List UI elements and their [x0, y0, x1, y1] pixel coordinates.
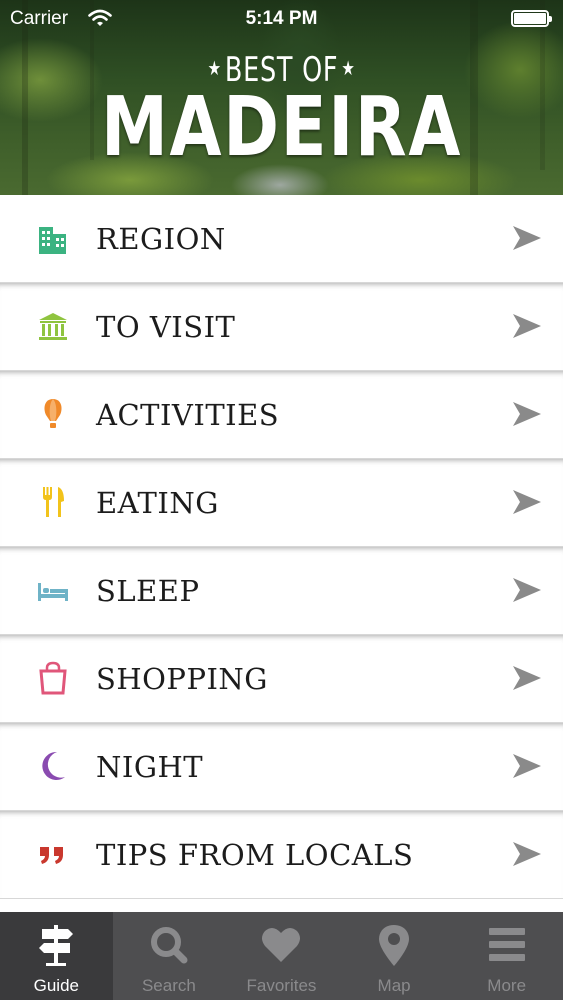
search-icon	[150, 927, 188, 964]
menu-item-region[interactable]: REGION	[0, 195, 563, 283]
buildings-icon	[39, 227, 66, 254]
tab-more[interactable]: More	[450, 912, 563, 1000]
app-logo: ★BEST OF ★ MADEIRA	[0, 48, 563, 170]
shopping-bag-icon	[39, 661, 67, 695]
star-icon: ★	[341, 56, 356, 80]
bed-icon	[38, 583, 68, 601]
chevron-right-icon	[513, 842, 541, 866]
status-bar: Carrier 5:14 PM	[0, 0, 563, 38]
chevron-right-icon	[513, 490, 541, 514]
logo-title: MADEIRA	[100, 80, 463, 175]
battery-icon	[511, 10, 552, 27]
menu-item-label: TO VISIT	[96, 310, 236, 344]
menu-item-label: SLEEP	[96, 574, 200, 608]
map-pin-icon	[379, 925, 410, 966]
chevron-right-icon	[513, 402, 541, 426]
tab-search[interactable]: Search	[113, 912, 226, 1000]
signpost-icon	[39, 925, 74, 966]
tab-label: Map	[377, 976, 411, 995]
tab-label: Search	[141, 976, 196, 995]
menu-item-label: NIGHT	[96, 750, 204, 784]
menu-item-shopping[interactable]: SHOPPING	[0, 635, 563, 723]
clock: 5:14 PM	[245, 8, 318, 29]
chevron-right-icon	[513, 666, 541, 690]
hot-air-balloon-icon	[44, 399, 62, 428]
heart-icon	[262, 927, 301, 962]
tab-label: Guide	[33, 976, 79, 995]
fork-knife-icon	[43, 487, 64, 517]
menu-item-sleep[interactable]: SLEEP	[0, 547, 563, 635]
moon-icon	[42, 751, 65, 780]
menu-item-label: SHOPPING	[96, 662, 268, 696]
menu-item-tips-from-locals[interactable]: TIPS FROM LOCALS	[0, 811, 563, 899]
chevron-right-icon	[513, 578, 541, 602]
menu-item-label: TIPS FROM LOCALS	[96, 838, 414, 872]
tab-guide[interactable]: Guide	[0, 912, 113, 1000]
museum-icon	[39, 313, 67, 340]
menu-item-eating[interactable]: EATING	[0, 459, 563, 547]
menu-item-label: REGION	[96, 222, 226, 256]
menu-lines-icon	[488, 928, 525, 961]
tab-favorites[interactable]: Favorites	[225, 912, 338, 1000]
menu-item-label: EATING	[96, 486, 219, 520]
tab-bar: Guide Search Favorites Map More	[0, 912, 563, 1000]
chevron-right-icon	[513, 226, 541, 250]
menu-item-to-visit[interactable]: TO VISIT	[0, 283, 563, 371]
header-banner: Carrier 5:14 PM ★BEST OF ★ MADEIRA	[0, 0, 563, 195]
tab-label: Favorites	[246, 976, 317, 995]
quote-icon	[40, 847, 63, 864]
chevron-right-icon	[513, 314, 541, 338]
menu-item-night[interactable]: NIGHT	[0, 723, 563, 811]
tab-map[interactable]: Map	[338, 912, 451, 1000]
menu-item-label: ACTIVITIES	[96, 398, 280, 432]
menu-item-activities[interactable]: ACTIVITIES	[0, 371, 563, 459]
category-menu: REGION TO VISIT ACTIVITIES EATING SLEEP …	[0, 195, 563, 899]
chevron-right-icon	[513, 754, 541, 778]
tab-label: More	[487, 976, 527, 995]
star-icon: ★	[207, 56, 222, 80]
